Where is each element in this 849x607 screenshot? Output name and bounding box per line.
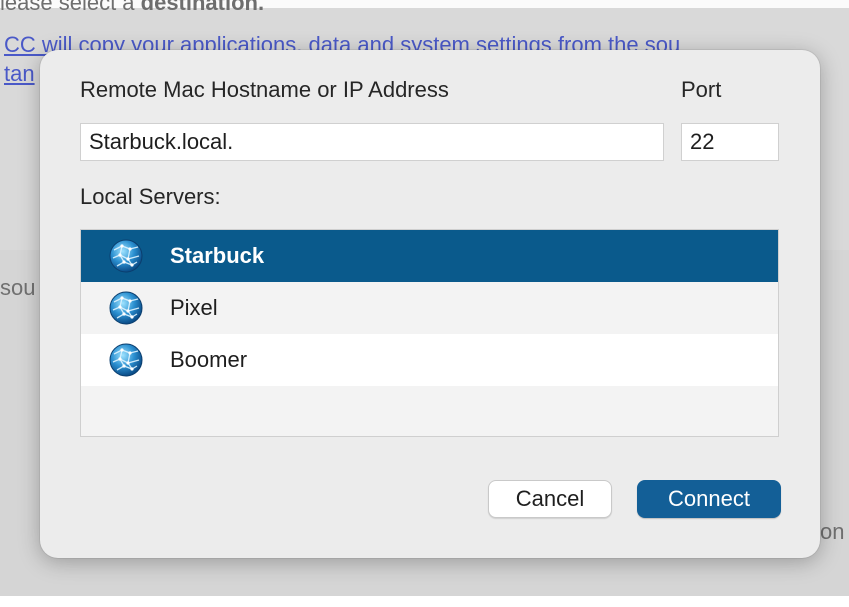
server-row-boomer[interactable]: Boomer: [81, 334, 778, 386]
server-name: Starbuck: [170, 243, 265, 268]
background-instruction-text: lease select a destination.: [0, 0, 265, 15]
remote-mac-dialog: Remote Mac Hostname or IP Address Port L…: [40, 50, 820, 558]
network-globe-icon: [109, 291, 143, 325]
empty-list-row: [81, 386, 778, 436]
port-label: Port: [681, 77, 722, 102]
cancel-button[interactable]: Cancel: [488, 480, 612, 518]
connect-button[interactable]: Connect: [637, 480, 781, 518]
port-input[interactable]: [681, 123, 779, 161]
local-servers-label: Local Servers:: [80, 184, 221, 209]
hostname-label: Remote Mac Hostname or IP Address: [80, 77, 449, 102]
background-bottom-strip: [0, 596, 849, 607]
server-name: Boomer: [170, 347, 248, 372]
server-row-starbuck[interactable]: Starbuck: [81, 230, 778, 282]
server-row-pixel[interactable]: Pixel: [81, 282, 778, 334]
network-globe-icon: [109, 239, 143, 273]
server-name: Pixel: [170, 295, 218, 320]
background-source-label: sou: [0, 275, 36, 300]
hostname-input[interactable]: [80, 123, 664, 161]
network-globe-icon: [109, 343, 143, 377]
local-servers-list[interactable]: Starbuck Pixel Boomer: [80, 229, 779, 437]
background-right-fragment: on: [820, 519, 845, 544]
background-description-link-continued[interactable]: tan: [4, 61, 35, 87]
